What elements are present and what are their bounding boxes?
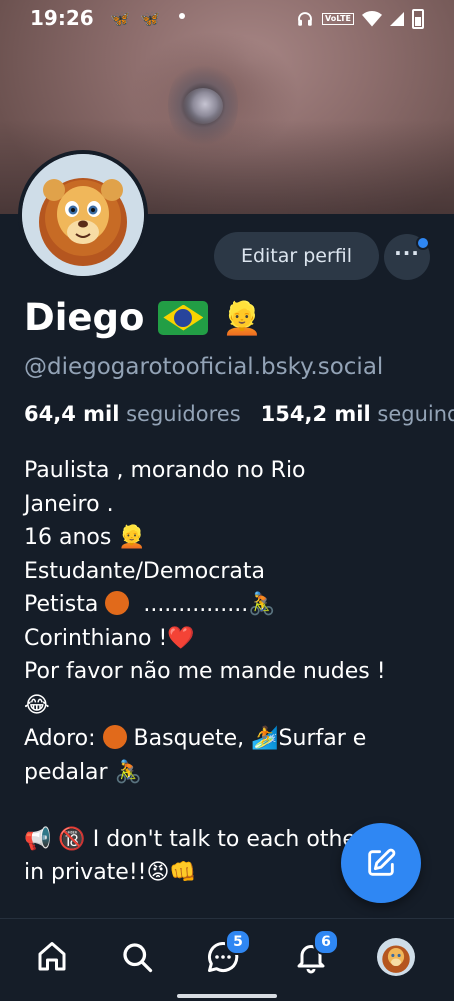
bio-line: Petista ...............🚴 <box>24 588 436 622</box>
bio-line <box>24 789 436 823</box>
nav-profile[interactable] <box>376 937 416 977</box>
notifications-badge: 6 <box>313 929 339 955</box>
headphones-icon <box>298 12 312 26</box>
profile-name: Diego <box>24 296 145 339</box>
lion-avatar-icon <box>377 938 415 976</box>
bio-text: Petista <box>24 592 99 617</box>
notification-dot-icon <box>179 13 185 19</box>
bio-text: Adoro: <box>24 726 96 751</box>
profile-stats: 64,4 mil seguidores 154,2 mil seguindo <box>24 402 454 426</box>
bio-line: Adoro: Basquete, 🏄Surfar e <box>24 722 436 756</box>
bottom-navigation: 5 6 <box>0 918 454 1001</box>
person-emoji-icon: 👱 <box>222 298 263 337</box>
more-options-button[interactable]: ··· <box>384 234 430 280</box>
following-link[interactable]: 154,2 mil seguindo <box>261 402 454 426</box>
status-bar: 19:26 🦋 🦋 VoLTE <box>0 0 454 40</box>
bio-line: Estudante/Democrata <box>24 558 265 584</box>
basketball-icon <box>105 591 130 615</box>
nav-home[interactable] <box>32 937 72 977</box>
home-icon <box>38 942 66 971</box>
nav-chat[interactable]: 5 <box>203 929 251 977</box>
avatar[interactable] <box>18 150 148 280</box>
bio-line: pedalar 🚴 <box>24 759 142 785</box>
wifi-icon <box>362 11 382 27</box>
volte-icon: VoLTE <box>322 13 354 25</box>
nav-search[interactable] <box>117 937 157 977</box>
bio-text: Basquete, 🏄Surfar e <box>133 726 367 751</box>
bio-line: 😂 <box>24 692 50 718</box>
bio-line: 16 anos 👱 <box>24 525 146 550</box>
butterfly-icon: 🦋 <box>140 9 160 28</box>
brazil-flag-icon <box>158 300 209 335</box>
status-time: 19:26 <box>30 6 94 30</box>
banner-eye-highlight <box>183 88 223 124</box>
search-icon <box>123 943 153 973</box>
following-count: 154,2 mil <box>260 402 371 426</box>
basketball-icon <box>102 725 127 749</box>
compose-icon <box>368 848 396 876</box>
following-label: seguindo <box>377 402 454 426</box>
battery-icon <box>412 9 424 29</box>
lion-avatar-icon <box>22 154 144 276</box>
bio-line: Por favor não me mande nudes ! <box>24 659 386 684</box>
followers-label: seguidores <box>126 402 241 426</box>
signal-icon <box>390 12 404 26</box>
bio-text: ...............🚴 <box>143 592 276 617</box>
followers-count: 64,4 mil <box>24 402 120 426</box>
chat-badge: 5 <box>225 929 251 955</box>
status-icons: VoLTE <box>296 9 424 29</box>
bio-line: Janeiro . <box>24 491 114 517</box>
home-indicator <box>177 994 277 998</box>
nav-notifications[interactable]: 6 <box>291 929 339 977</box>
profile-name-row: Diego 👱 <box>24 296 262 339</box>
bio-line: Paulista , morando no Rio <box>24 458 306 483</box>
edit-profile-button[interactable]: Editar perfil <box>214 232 379 280</box>
notification-dot-icon <box>416 236 430 250</box>
followers-link[interactable]: 64,4 mil seguidores <box>24 402 241 426</box>
compose-post-button[interactable] <box>341 823 421 903</box>
profile-handle: @diegogarotooficial.bsky.social <box>24 354 384 380</box>
bio-line: Corinthiano !❤️ <box>24 625 195 651</box>
butterfly-icon: 🦋 <box>110 9 130 28</box>
